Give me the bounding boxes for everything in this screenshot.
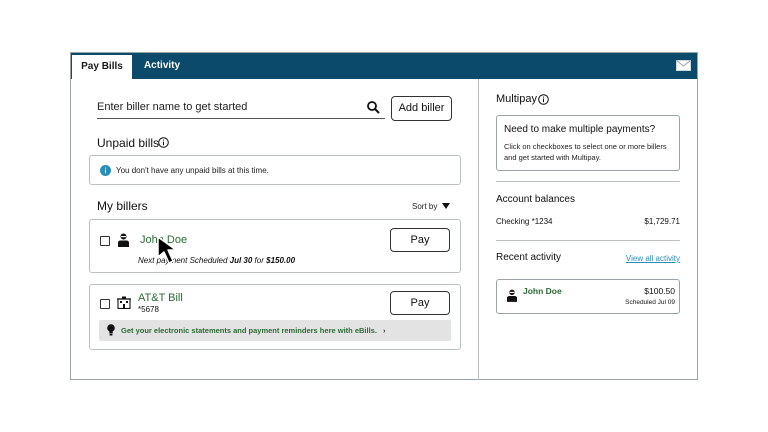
recent-payee-name: John Doe — [523, 286, 562, 296]
unpaid-bills-message-box: You don't have any unpaid bills at this … — [89, 155, 461, 185]
biller-search-input[interactable] — [97, 95, 385, 119]
section-divider — [496, 240, 680, 241]
search-icon[interactable] — [367, 101, 380, 114]
column-divider — [478, 79, 479, 380]
building-icon — [117, 296, 131, 309]
biller-name-link[interactable]: AT&T Bill — [138, 292, 183, 304]
mail-icon[interactable] — [676, 60, 691, 71]
pay-button[interactable]: Pay — [390, 291, 450, 315]
biller-checkbox[interactable] — [100, 299, 110, 309]
pay-bills-panel: Pay Bills Activity Add biller Unpaid bil… — [70, 52, 698, 380]
section-divider — [496, 181, 680, 182]
info-icon[interactable] — [538, 94, 549, 105]
tab-pay-bills[interactable]: Pay Bills — [72, 55, 132, 79]
unpaid-bills-message: You don't have any unpaid bills at this … — [116, 166, 269, 175]
biller-account-number: *5678 — [138, 305, 159, 314]
add-biller-button[interactable]: Add biller — [391, 96, 452, 121]
biller-card-att: AT&T Bill *5678 Pay Get your electronic … — [89, 284, 461, 350]
account-balances-title: Account balances — [496, 194, 575, 205]
view-all-activity-link[interactable]: View all activity — [618, 254, 680, 263]
cursor-arrow-icon — [157, 236, 177, 264]
chevron-right-icon: › — [383, 326, 386, 335]
account-name: Checking *1234 — [496, 217, 553, 226]
lightbulb-icon — [107, 324, 115, 336]
tab-activity[interactable]: Activity — [135, 53, 189, 79]
recent-status: Scheduled Jul 09 — [625, 299, 675, 306]
recent-activity-title: Recent activity — [496, 252, 562, 263]
ebills-promo-link[interactable]: Get your electronic statements and payme… — [121, 326, 386, 335]
multipay-description: Click on checkboxes to select one or mor… — [504, 142, 667, 162]
ebills-promo-banner[interactable]: Get your electronic statements and payme… — [99, 320, 451, 341]
person-icon — [507, 289, 517, 302]
top-tab-bar: Pay Bills Activity — [71, 53, 697, 79]
multipay-info-box: Need to make multiple payments? Click on… — [496, 115, 680, 171]
recent-activity-item[interactable]: John Doe $100.50 Scheduled Jul 09 — [496, 279, 680, 314]
multipay-heading: Need to make multiple payments? — [504, 124, 656, 135]
sort-by-dropdown[interactable]: Sort by — [412, 202, 437, 211]
pay-button[interactable]: Pay — [390, 228, 450, 252]
person-icon — [118, 233, 129, 247]
biller-checkbox[interactable] — [100, 236, 110, 246]
recent-amount: $100.50 — [644, 286, 675, 296]
chevron-down-icon[interactable] — [442, 203, 450, 209]
account-balance: $1,729.71 — [644, 217, 680, 226]
multipay-title: Multipay — [496, 93, 537, 105]
info-icon[interactable] — [158, 137, 169, 148]
biller-card-john-doe: John Doe Next payment Scheduled Jul 30 f… — [89, 219, 461, 273]
unpaid-bills-title: Unpaid bills — [97, 136, 160, 150]
my-billers-title: My billers — [97, 199, 148, 213]
info-icon — [100, 165, 111, 176]
